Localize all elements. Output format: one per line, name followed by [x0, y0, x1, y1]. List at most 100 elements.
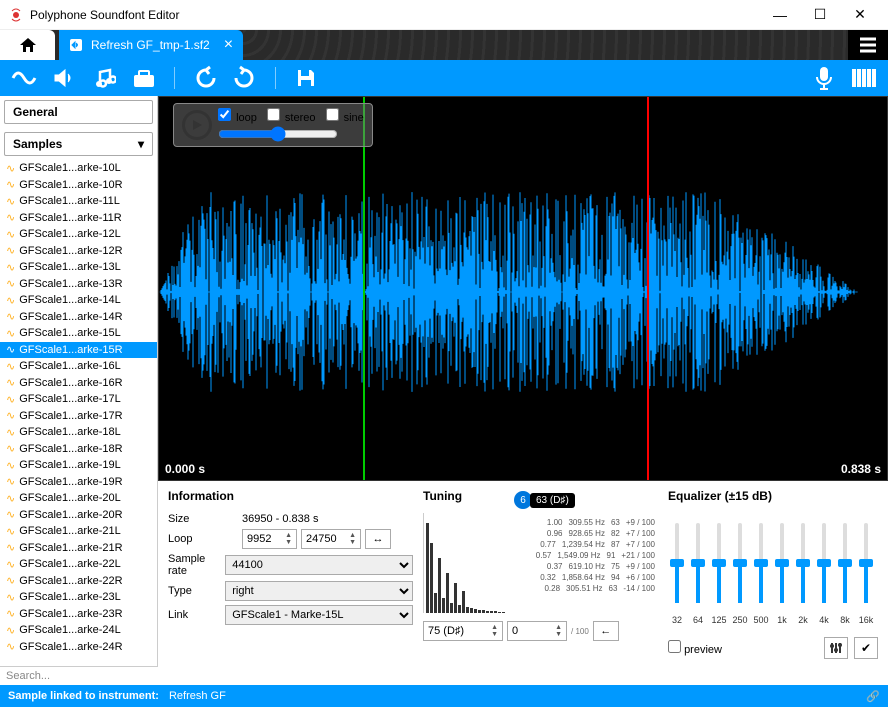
- toolbox-tool-icon[interactable]: [130, 64, 158, 92]
- eq-slider-4k[interactable]: [815, 523, 833, 603]
- wave-icon: ∿: [6, 393, 15, 406]
- preview-checkbox[interactable]: preview: [668, 640, 722, 656]
- eq-slider-125[interactable]: [710, 523, 728, 603]
- menu-button[interactable]: [848, 30, 888, 60]
- tab-close-icon[interactable]: ×: [224, 36, 233, 54]
- music-tool-icon[interactable]: [90, 64, 118, 92]
- sidebar-general-header[interactable]: General: [4, 100, 153, 124]
- eq-slider-8k[interactable]: [836, 523, 854, 603]
- loop-checkbox[interactable]: loop: [218, 108, 257, 124]
- wave-tool-icon[interactable]: [10, 64, 38, 92]
- sample-list-item[interactable]: ∿GFScale1...arke-13L: [0, 259, 157, 276]
- sample-list-item[interactable]: ∿GFScale1...arke-18L: [0, 424, 157, 441]
- sample-list-item[interactable]: ∿GFScale1...arke-18R: [0, 441, 157, 458]
- sample-list[interactable]: ∿GFScale1...arke-10L∿GFScale1...arke-10R…: [0, 160, 157, 685]
- wave-icon: ∿: [6, 310, 15, 323]
- home-tab[interactable]: [0, 30, 55, 60]
- keyboard-button[interactable]: [850, 64, 878, 92]
- sample-list-item[interactable]: ∿GFScale1...arke-16L: [0, 358, 157, 375]
- sample-list-item[interactable]: ∿GFScale1...arke-19L: [0, 457, 157, 474]
- close-button[interactable]: ✕: [840, 1, 880, 29]
- play-button[interactable]: [182, 110, 212, 140]
- sidebar-samples-header[interactable]: Samples ▾: [4, 132, 153, 156]
- sample-list-item[interactable]: ∿GFScale1...arke-11L: [0, 193, 157, 210]
- wave-icon: ∿: [6, 211, 15, 224]
- eq-slider-1k[interactable]: [773, 523, 791, 603]
- link-select[interactable]: GFScale1 - Marke-15L: [225, 605, 413, 625]
- eq-slider-250[interactable]: [731, 523, 749, 603]
- file-tab[interactable]: Refresh GF_tmp-1.sf2 ×: [59, 30, 243, 60]
- sample-list-item[interactable]: ∿GFScale1...arke-20R: [0, 507, 157, 524]
- sample-list-item[interactable]: ∿GFScale1...arke-24R: [0, 639, 157, 656]
- maximize-button[interactable]: ☐: [800, 1, 840, 29]
- sample-list-item[interactable]: ∿GFScale1...arke-16R: [0, 375, 157, 392]
- sample-list-item[interactable]: ∿GFScale1...arke-17R: [0, 408, 157, 425]
- soundfont-icon: [69, 38, 83, 52]
- undo-button[interactable]: [191, 64, 219, 92]
- eq-slider-2k[interactable]: [794, 523, 812, 603]
- sample-list-item[interactable]: ∿GFScale1...arke-17L: [0, 391, 157, 408]
- wave-icon: ∿: [6, 244, 15, 257]
- pitch-input[interactable]: 75 (D♯)▲▼: [423, 621, 503, 641]
- sample-rate-select[interactable]: 44100: [225, 555, 413, 575]
- save-button[interactable]: [292, 64, 320, 92]
- sample-list-item[interactable]: ∿GFScale1...arke-21R: [0, 540, 157, 557]
- eq-settings-button[interactable]: [824, 637, 848, 659]
- eq-band-labels: 32641252505001k2k4k8k16k: [668, 615, 878, 625]
- sample-list-item[interactable]: ∿GFScale1...arke-24L: [0, 622, 157, 639]
- wave-icon: ∿: [6, 607, 15, 620]
- eq-slider-500[interactable]: [752, 523, 770, 603]
- sine-checkbox[interactable]: sine: [326, 108, 364, 124]
- time-start: 0.000 s: [165, 462, 205, 476]
- eq-slider-64[interactable]: [689, 523, 707, 603]
- playback-slider[interactable]: [218, 126, 338, 142]
- sample-list-item[interactable]: ∿GFScale1...arke-12L: [0, 226, 157, 243]
- speaker-tool-icon[interactable]: [50, 64, 78, 92]
- eq-apply-button[interactable]: ✔: [854, 637, 878, 659]
- sample-list-item[interactable]: ∿GFScale1...arke-10R: [0, 177, 157, 194]
- sample-list-item[interactable]: ∿GFScale1...arke-13R: [0, 276, 157, 293]
- app-title: Polyphone Soundfont Editor: [30, 8, 760, 22]
- sample-list-item[interactable]: ∿GFScale1...arke-21L: [0, 523, 157, 540]
- eq-slider-16k[interactable]: [857, 523, 875, 603]
- wave-icon: ∿: [6, 426, 15, 439]
- sample-list-item[interactable]: ∿GFScale1...arke-14L: [0, 292, 157, 309]
- sample-list-item[interactable]: ∿GFScale1...arke-12R: [0, 243, 157, 260]
- loop-start-marker[interactable]: [363, 97, 365, 480]
- type-select[interactable]: right: [225, 581, 413, 601]
- sample-list-item[interactable]: ∿GFScale1...arke-19R: [0, 474, 157, 491]
- loop-swap-button[interactable]: ↔: [365, 529, 391, 549]
- tuning-back-button[interactable]: ←: [593, 621, 619, 641]
- sample-list-item[interactable]: ∿GFScale1...arke-23R: [0, 606, 157, 623]
- link-icon[interactable]: 🔗: [866, 690, 880, 703]
- titlebar: Polyphone Soundfont Editor — ☐ ✕: [0, 0, 888, 30]
- sample-list-item[interactable]: ∿GFScale1...arke-14R: [0, 309, 157, 326]
- redo-button[interactable]: [231, 64, 259, 92]
- sample-list-item[interactable]: ∿GFScale1...arke-23L: [0, 589, 157, 606]
- sample-list-item[interactable]: ∿GFScale1...arke-20L: [0, 490, 157, 507]
- stereo-checkbox[interactable]: stereo: [267, 108, 316, 124]
- sample-list-item[interactable]: ∿GFScale1...arke-22L: [0, 556, 157, 573]
- statusbar: Sample linked to instrument: Refresh GF …: [0, 685, 888, 707]
- wave-icon: ∿: [6, 475, 15, 488]
- eq-slider-32[interactable]: [668, 523, 686, 603]
- sample-list-item[interactable]: ∿GFScale1...arke-22R: [0, 573, 157, 590]
- waveform-graphic: [159, 177, 879, 407]
- minimize-button[interactable]: —: [760, 1, 800, 29]
- loop-end-input[interactable]: 24750▲▼: [301, 529, 361, 549]
- sample-list-item[interactable]: ∿GFScale1...arke-15R: [0, 342, 157, 359]
- harmonics-table: 1.00309.55 Hz63+9 / 1000.96928.65 Hz82+7…: [533, 517, 658, 594]
- loop-start-input[interactable]: 9952▲▼: [242, 529, 297, 549]
- sample-list-item[interactable]: ∿GFScale1...arke-10L: [0, 160, 157, 177]
- info-rate-label: Sample rate: [168, 553, 221, 577]
- loop-end-marker[interactable]: [647, 97, 649, 480]
- cents-input[interactable]: 0▲▼: [507, 621, 567, 641]
- wave-icon: ∿: [6, 195, 15, 208]
- record-button[interactable]: [810, 64, 838, 92]
- home-icon: [18, 35, 38, 55]
- waveform-view[interactable]: loop stereo sine 0.000 s 0.838 s: [158, 96, 888, 481]
- sample-list-item[interactable]: ∿GFScale1...arke-15L: [0, 325, 157, 342]
- search-input[interactable]: Search...: [0, 666, 158, 685]
- sample-list-item[interactable]: ∿GFScale1...arke-11R: [0, 210, 157, 227]
- tuning-badge-note: 63 (D♯): [530, 493, 575, 508]
